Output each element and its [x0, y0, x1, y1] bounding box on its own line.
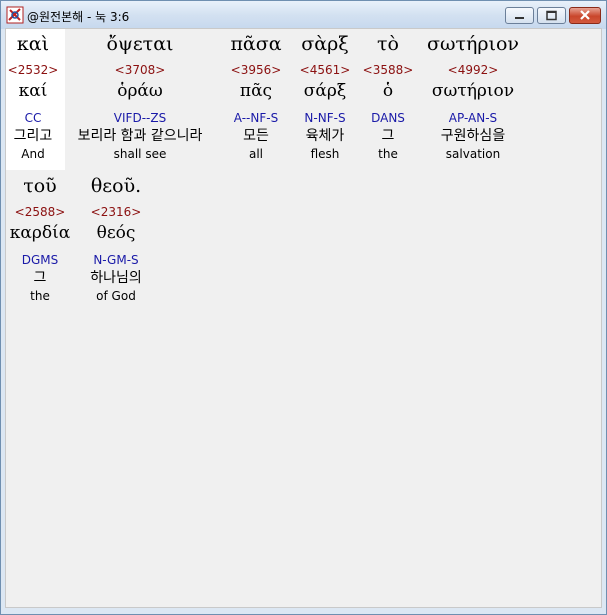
korean-gloss: 보리라 함과 같으니라 [77, 128, 203, 144]
parsing-code: VIFD--ZS [113, 111, 167, 125]
parsing-code: N-GM-S [93, 253, 139, 267]
greek-word[interactable]: ὄψεται [75, 33, 205, 55]
close-icon [580, 10, 590, 20]
strongs-number[interactable]: <4992> [408, 63, 538, 77]
lemma: σωτήριον [431, 81, 515, 101]
english-gloss: salvation [445, 147, 501, 161]
greek-word[interactable]: θεοῦ. [51, 175, 181, 197]
window-title: @원전본해 - 눅 3:6 [27, 10, 130, 24]
greek-word[interactable]: σωτήριον [408, 33, 538, 55]
korean-gloss: 하나님의 [90, 270, 142, 286]
english-gloss: of God [96, 289, 136, 303]
app-icon [6, 6, 24, 24]
parsing-code: AP-AN-S [448, 111, 498, 125]
minimize-button[interactable] [505, 7, 534, 24]
lemma: ὁράω [117, 81, 163, 101]
english-gloss: shall see [113, 147, 167, 161]
lemma: θεός [96, 223, 136, 243]
minimize-icon [515, 17, 524, 19]
strongs-number[interactable]: <2316> [51, 205, 181, 219]
maximize-button[interactable] [537, 7, 566, 24]
strongs-number[interactable]: <3708> [75, 63, 205, 77]
title-bar[interactable]: @원전본해 - 눅 3:6 [1, 1, 606, 29]
close-button[interactable] [569, 7, 601, 24]
korean-gloss: 구원하심을 [440, 128, 506, 144]
maximize-icon [546, 10, 557, 21]
